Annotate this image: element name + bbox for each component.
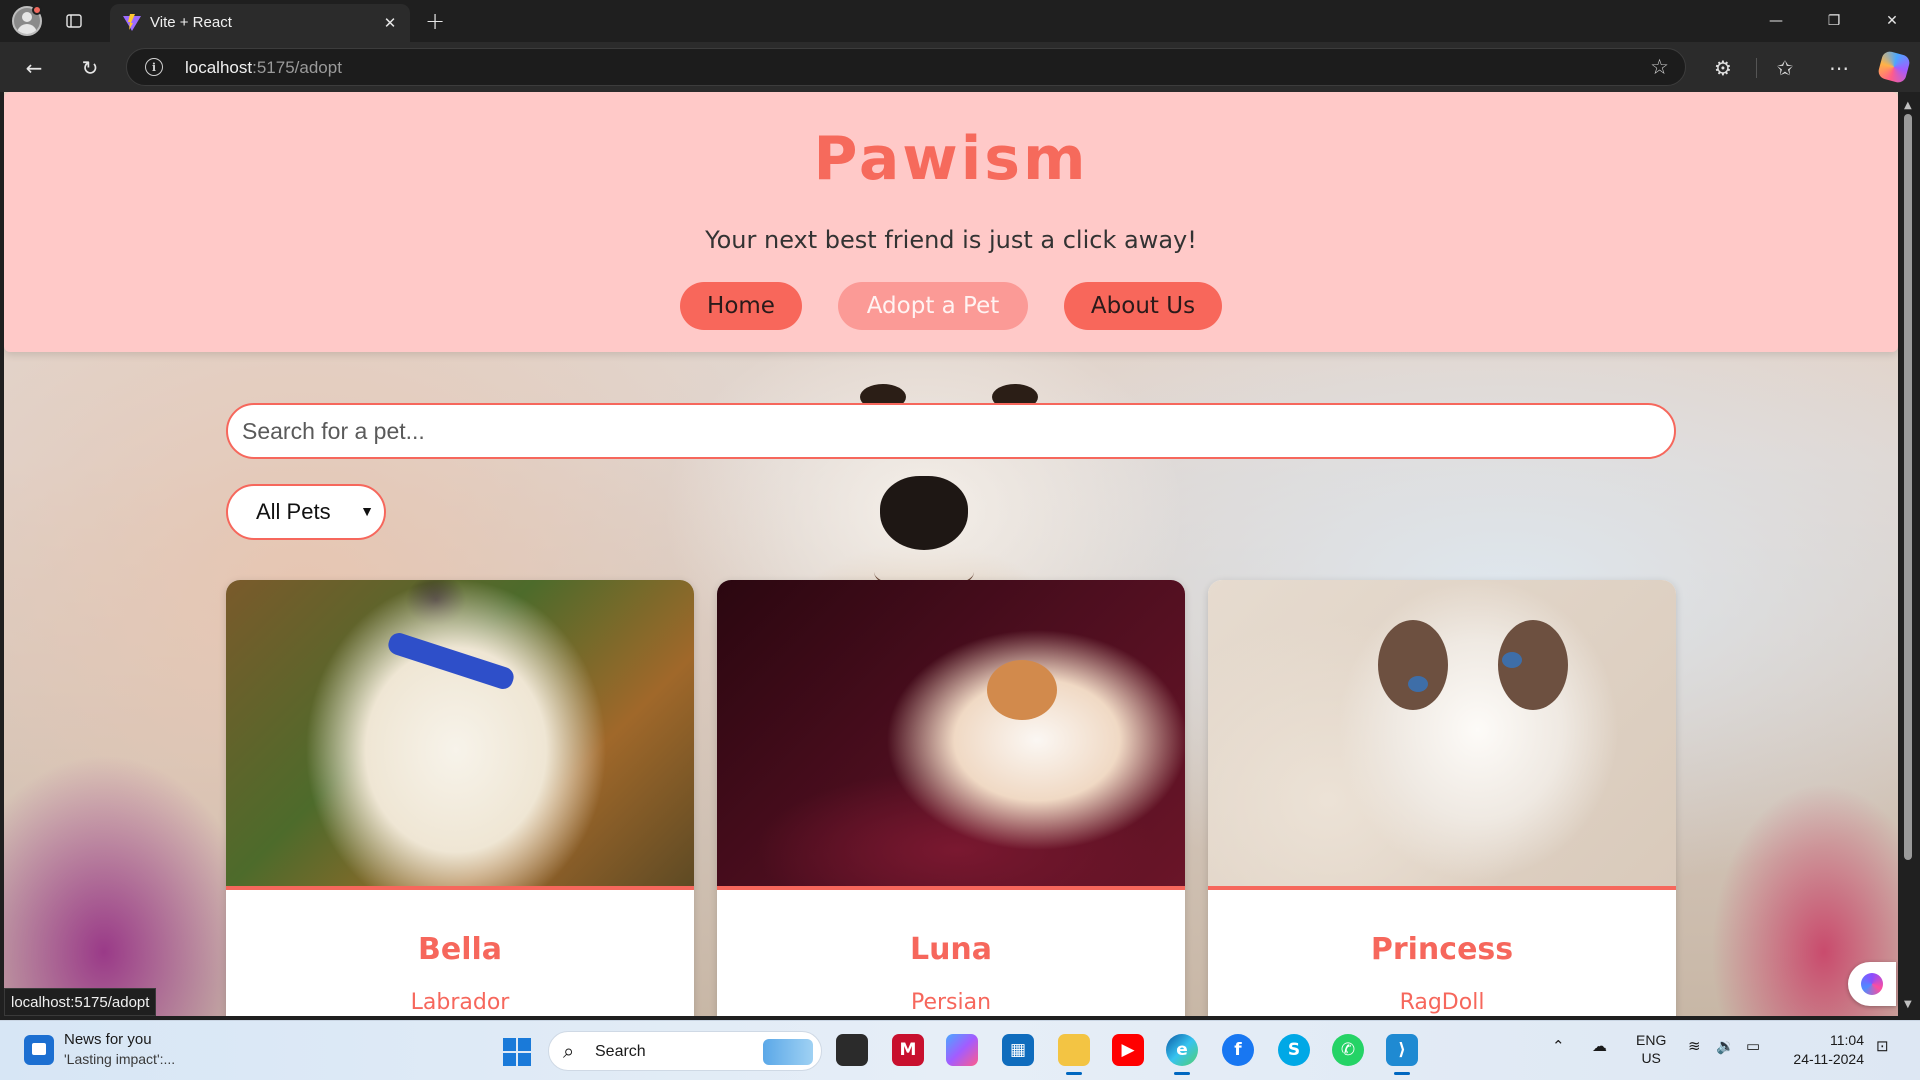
file-explorer-icon[interactable] (1058, 1034, 1090, 1075)
restore-icon[interactable]: ❐ (1806, 0, 1862, 42)
back-arrow-icon[interactable]: ← (18, 52, 50, 84)
new-tab-icon[interactable]: + (420, 6, 450, 36)
vertical-tabs-icon[interactable] (60, 8, 88, 34)
news-title[interactable]: News for you (64, 1031, 152, 1048)
browser-title-bar: Vite + React ✕ + — ❐ ✕ (0, 0, 1920, 42)
onedrive-cloud-icon[interactable]: ☁ (1592, 1037, 1607, 1055)
cat-mask-left (1378, 620, 1448, 710)
pet-name: Luna (909, 932, 993, 967)
puppy-collar (385, 630, 517, 692)
pet-type-select[interactable]: All Pets ▼ (226, 484, 386, 540)
taskbar-search-label: Search (595, 1043, 646, 1060)
microsoft-store-icon[interactable]: ▦ (1002, 1034, 1034, 1066)
news-subtitle[interactable]: 'Lasting impact':... (64, 1051, 175, 1067)
close-tab-icon[interactable]: ✕ (378, 11, 402, 35)
clock-date: 24-11-2024 (1793, 1051, 1864, 1067)
pet-photo-ragdoll (1208, 580, 1676, 890)
nav-adopt-button[interactable]: Adopt a Pet (838, 282, 1028, 330)
page-scrollbar[interactable]: ▲ ▼ (1898, 92, 1920, 1016)
site-info-icon[interactable]: i (145, 58, 163, 76)
mcafee-icon[interactable]: M (892, 1034, 924, 1066)
pet-breed: RagDoll (1399, 990, 1485, 1015)
show-hidden-icons-chevron-icon[interactable]: ⌃ (1552, 1037, 1565, 1055)
chevron-down-icon: ▼ (360, 503, 374, 519)
scrollbar-thumb[interactable] (1904, 114, 1912, 860)
close-window-icon[interactable]: ✕ (1864, 0, 1920, 42)
site-header: Pawism Your next best friend is just a c… (4, 92, 1898, 352)
cat-eye-right (1502, 652, 1522, 668)
pet-card[interactable]: Bella Labrador (226, 580, 694, 1016)
skype-icon[interactable]: S (1278, 1034, 1310, 1066)
pet-search-input[interactable] (226, 403, 1676, 459)
scroll-up-icon[interactable]: ▲ (1904, 100, 1912, 111)
favorite-star-icon[interactable]: ☆ (1650, 55, 1669, 79)
dog-nose (880, 476, 968, 550)
pet-card[interactable]: Princess RagDoll (1208, 580, 1676, 1016)
nav-about-button[interactable]: About Us (1064, 282, 1222, 330)
system-clock[interactable]: 11:04 24-11-2024 (1786, 1031, 1864, 1069)
task-view-icon[interactable] (836, 1034, 868, 1066)
language-indicator[interactable]: ENG US (1636, 1031, 1666, 1067)
vite-favicon-icon (123, 14, 141, 31)
start-windows-icon[interactable] (503, 1038, 531, 1066)
search-highlight-icon (763, 1039, 813, 1065)
extension-floating-icon[interactable] (1848, 962, 1896, 1006)
kitten-patch (987, 660, 1057, 720)
tab-title: Vite + React (150, 14, 232, 31)
facebook-icon[interactable]: f (1222, 1034, 1254, 1066)
youtube-icon[interactable]: ▶ (1112, 1034, 1144, 1066)
browser-tab-active[interactable]: Vite + React ✕ (110, 4, 410, 42)
nav-home-button[interactable]: Home (680, 282, 802, 330)
pet-photo-persian (717, 580, 1185, 890)
copilot-app-icon[interactable] (946, 1034, 978, 1066)
page-viewport: Pawism Your next best friend is just a c… (4, 92, 1898, 1016)
edge-browser-icon[interactable]: e (1166, 1034, 1198, 1075)
notification-bell-icon[interactable]: ⊡ (1876, 1037, 1889, 1055)
pet-type-selected: All Pets (256, 499, 331, 524)
brand-title: Pawism (813, 124, 1089, 194)
address-bar[interactable]: i localhost:5175/adopt ☆ (126, 48, 1686, 86)
status-bar-url: localhost:5175/adopt (4, 988, 157, 1016)
pet-photo-labrador (226, 580, 694, 890)
pet-breed: Labrador (410, 990, 510, 1015)
scroll-down-icon[interactable]: ▼ (1904, 999, 1912, 1010)
windows-taskbar: News for you 'Lasting impact':... ⌕ Sear… (0, 1020, 1920, 1080)
language-code: ENG (1636, 1032, 1667, 1048)
news-widget-icon[interactable] (24, 1035, 54, 1065)
pet-name: Bella (417, 932, 503, 967)
whatsapp-icon[interactable]: ✆ (1332, 1034, 1364, 1066)
volume-icon[interactable]: 🔉 (1716, 1037, 1735, 1055)
toolbar-divider (1756, 58, 1757, 78)
pet-name: Princess (1370, 932, 1514, 967)
extensions-puzzle-icon[interactable]: ⚙ (1706, 51, 1740, 85)
search-icon: ⌕ (563, 1039, 575, 1063)
battery-icon[interactable]: ▭ (1746, 1037, 1760, 1055)
wifi-icon[interactable]: ≋ (1688, 1037, 1701, 1055)
vscode-icon[interactable]: ⟩ (1386, 1034, 1418, 1075)
taskbar-search-box[interactable]: ⌕ Search (548, 1031, 822, 1071)
refresh-icon[interactable]: ↻ (74, 52, 106, 84)
minimize-icon[interactable]: — (1748, 0, 1804, 42)
favorites-icon[interactable]: ✩ (1768, 51, 1802, 85)
tagline: Your next best friend is just a click aw… (705, 226, 1197, 254)
cat-eye-left (1408, 676, 1428, 692)
browser-toolbar: ← ↻ i localhost:5175/adopt ☆ ⚙ ✩ ⋯ (0, 42, 1920, 92)
region-code: US (1641, 1050, 1661, 1066)
pet-card[interactable]: Luna Persian (717, 580, 1185, 1016)
more-menu-icon[interactable]: ⋯ (1822, 51, 1856, 85)
clock-time: 11:04 (1830, 1032, 1864, 1048)
copilot-icon[interactable] (1876, 49, 1912, 85)
pet-breed: Persian (910, 990, 992, 1015)
address-url[interactable]: localhost:5175/adopt (185, 58, 342, 78)
profile-notification-dot (32, 5, 42, 15)
